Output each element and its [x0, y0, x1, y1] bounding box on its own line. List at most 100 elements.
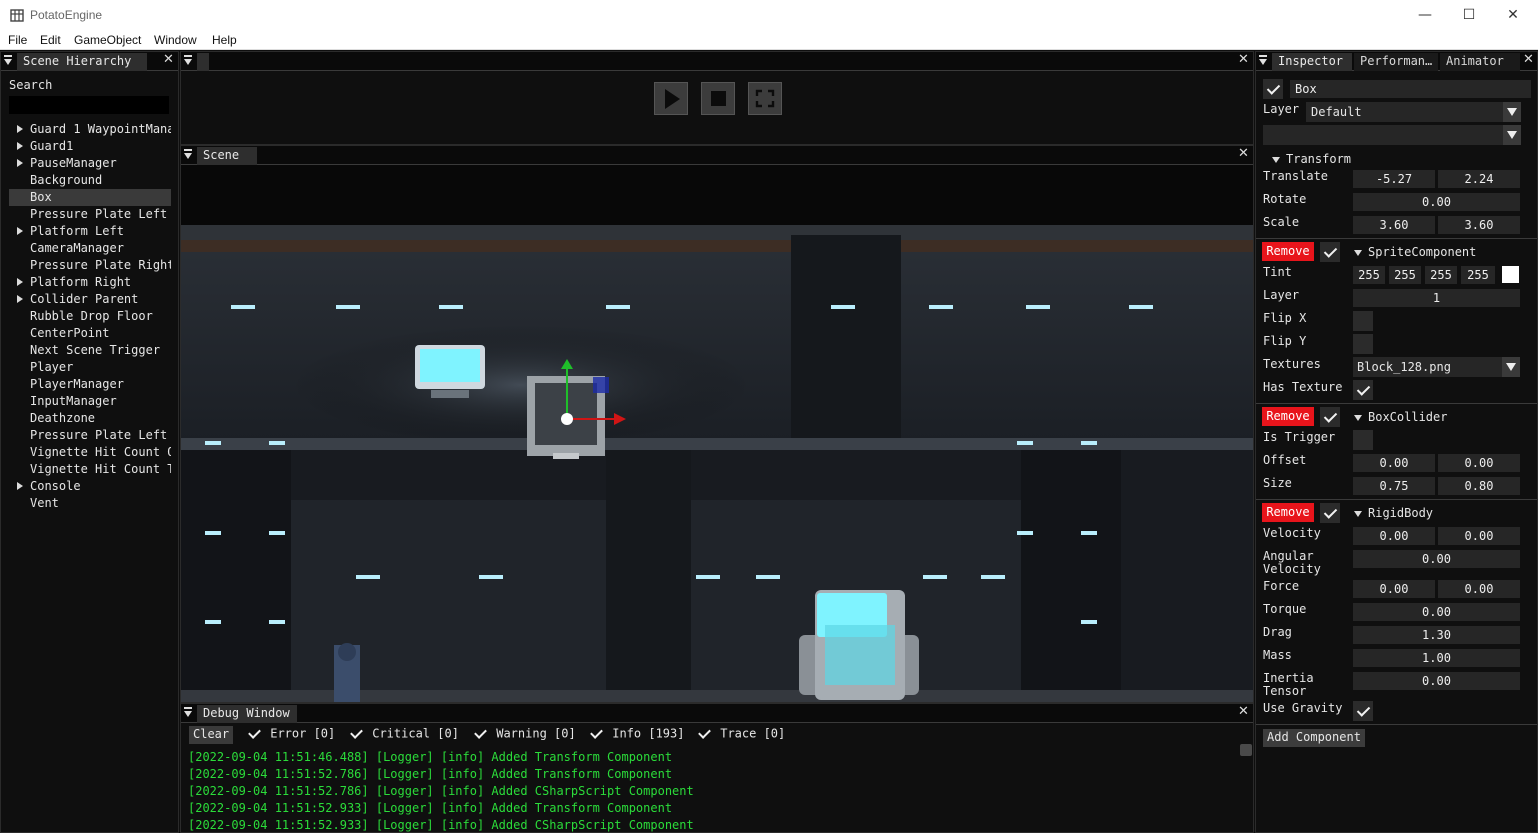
- expand-arrow-icon[interactable]: [17, 125, 23, 133]
- layer-dropdown[interactable]: Default: [1306, 102, 1521, 122]
- hierarchy-item[interactable]: Next Scene Trigger: [9, 342, 171, 359]
- drag-field[interactable]: 1.30: [1353, 626, 1520, 644]
- close-icon[interactable]: ✕: [163, 52, 174, 67]
- collider-header[interactable]: BoxCollider: [1354, 410, 1447, 424]
- scale-y-field[interactable]: 3.60: [1438, 216, 1520, 234]
- fullscreen-button[interactable]: [748, 82, 782, 115]
- translate-x-field[interactable]: -5.27: [1353, 170, 1435, 188]
- panel-menu-icon[interactable]: [4, 55, 12, 57]
- expand-arrow-icon[interactable]: [17, 142, 23, 150]
- tab-empty[interactable]: [197, 53, 209, 71]
- has-texture-checkbox[interactable]: [1353, 380, 1373, 400]
- remove-rigidbody-button[interactable]: Remove: [1262, 503, 1314, 522]
- hierarchy-item[interactable]: Pressure Plate Left: [9, 427, 171, 444]
- close-icon[interactable]: ✕: [1238, 704, 1249, 719]
- tab-debug-window[interactable]: Debug Window: [197, 705, 297, 723]
- checkbox-icon[interactable]: [349, 726, 365, 742]
- hierarchy-item[interactable]: CameraManager: [9, 240, 171, 257]
- panel-menu-icon[interactable]: [1259, 55, 1267, 57]
- close-window-button[interactable]: ✕: [1490, 0, 1536, 30]
- transform-header[interactable]: Transform: [1272, 152, 1351, 166]
- flip-y-checkbox[interactable]: [1353, 334, 1373, 354]
- close-icon[interactable]: ✕: [1238, 52, 1249, 67]
- hierarchy-item[interactable]: Console: [9, 478, 171, 495]
- hierarchy-item[interactable]: Box: [9, 189, 171, 206]
- sprite-header[interactable]: SpriteComponent: [1354, 245, 1476, 259]
- offset-y-field[interactable]: 0.00: [1438, 454, 1520, 472]
- rigidbody-header[interactable]: RigidBody: [1354, 506, 1433, 520]
- chevron-down-icon[interactable]: [1503, 102, 1521, 122]
- velocity-x-field[interactable]: 0.00: [1353, 527, 1435, 545]
- hierarchy-item[interactable]: Player: [9, 359, 171, 376]
- collider-enabled-checkbox[interactable]: [1320, 407, 1340, 427]
- checkbox-icon[interactable]: [697, 726, 713, 742]
- scene-viewport[interactable]: [181, 165, 1253, 702]
- tint-a-field[interactable]: 255: [1461, 266, 1495, 284]
- play-button[interactable]: [654, 82, 688, 115]
- maximize-button[interactable]: ☐: [1446, 0, 1492, 30]
- info-filter[interactable]: Info [193]: [589, 726, 684, 744]
- tint-g-field[interactable]: 255: [1389, 266, 1421, 284]
- scale-x-field[interactable]: 3.60: [1353, 216, 1435, 234]
- expand-arrow-icon[interactable]: [17, 278, 23, 286]
- hierarchy-item[interactable]: Platform Right: [9, 274, 171, 291]
- critical-filter[interactable]: Critical [0]: [349, 726, 459, 744]
- add-layer-dropdown[interactable]: [1263, 125, 1521, 145]
- menu-help[interactable]: Help: [212, 33, 237, 47]
- size-y-field[interactable]: 0.80: [1438, 477, 1520, 495]
- hierarchy-item[interactable]: CenterPoint: [9, 325, 171, 342]
- warning-filter[interactable]: Warning [0]: [473, 726, 575, 744]
- menu-edit[interactable]: Edit: [40, 33, 61, 47]
- hierarchy-item[interactable]: Vignette Hit Count Tw: [9, 461, 171, 478]
- hierarchy-item[interactable]: Collider Parent: [9, 291, 171, 308]
- search-input[interactable]: [9, 96, 169, 114]
- tab-scene[interactable]: Scene: [197, 147, 257, 165]
- error-filter[interactable]: Error [0]: [247, 726, 335, 744]
- close-icon[interactable]: ✕: [1523, 52, 1534, 67]
- expand-arrow-icon[interactable]: [17, 227, 23, 235]
- velocity-y-field[interactable]: 0.00: [1438, 527, 1520, 545]
- hierarchy-item[interactable]: InputManager: [9, 393, 171, 410]
- remove-sprite-button[interactable]: Remove: [1262, 242, 1314, 261]
- force-y-field[interactable]: 0.00: [1438, 580, 1520, 598]
- remove-collider-button[interactable]: Remove: [1262, 407, 1314, 426]
- hierarchy-item[interactable]: Rubble Drop Floor: [9, 308, 171, 325]
- hierarchy-item[interactable]: Pressure Plate Left: [9, 206, 171, 223]
- hierarchy-item[interactable]: PauseManager: [9, 155, 171, 172]
- angular-velocity-field[interactable]: 0.00: [1353, 550, 1520, 568]
- menu-gameobject[interactable]: GameObject: [74, 33, 141, 47]
- force-x-field[interactable]: 0.00: [1353, 580, 1435, 598]
- stop-button[interactable]: [701, 82, 735, 115]
- hierarchy-item[interactable]: Guard 1 WaypointManag: [9, 121, 171, 138]
- tint-b-field[interactable]: 255: [1425, 266, 1457, 284]
- offset-x-field[interactable]: 0.00: [1353, 454, 1435, 472]
- hierarchy-item[interactable]: Platform Left: [9, 223, 171, 240]
- expand-arrow-icon[interactable]: [17, 159, 23, 167]
- tint-color-swatch[interactable]: [1502, 266, 1519, 283]
- chevron-down-icon[interactable]: [1503, 125, 1521, 145]
- tab-scene-hierarchy[interactable]: Scene Hierarchy: [17, 53, 147, 71]
- tint-r-field[interactable]: 255: [1353, 266, 1385, 284]
- minimize-button[interactable]: —: [1402, 0, 1448, 30]
- tab-performance[interactable]: Performan…: [1354, 53, 1438, 71]
- is-trigger-checkbox[interactable]: [1353, 430, 1373, 450]
- rotate-field[interactable]: 0.00: [1353, 193, 1520, 211]
- hierarchy-item[interactable]: PlayerManager: [9, 376, 171, 393]
- trace-filter[interactable]: Trace [0]: [697, 726, 785, 744]
- use-gravity-checkbox[interactable]: [1353, 701, 1373, 721]
- inertia-field[interactable]: 0.00: [1353, 672, 1520, 690]
- tab-inspector[interactable]: Inspector: [1272, 53, 1352, 71]
- debug-scrollbar[interactable]: [1240, 744, 1252, 756]
- expand-arrow-icon[interactable]: [17, 295, 23, 303]
- sprite-enabled-checkbox[interactable]: [1320, 242, 1340, 262]
- rigidbody-enabled-checkbox[interactable]: [1320, 503, 1340, 523]
- checkbox-icon[interactable]: [473, 726, 489, 742]
- texture-dropdown[interactable]: Block_128.png: [1353, 357, 1520, 377]
- tab-animator[interactable]: Animator: [1440, 53, 1520, 71]
- sprite-layer-field[interactable]: 1: [1353, 289, 1520, 307]
- torque-field[interactable]: 0.00: [1353, 603, 1520, 621]
- mass-field[interactable]: 1.00: [1353, 649, 1520, 667]
- add-component-button[interactable]: Add Component: [1263, 729, 1365, 747]
- hierarchy-item[interactable]: Pressure Plate Right: [9, 257, 171, 274]
- checkbox-icon[interactable]: [589, 726, 605, 742]
